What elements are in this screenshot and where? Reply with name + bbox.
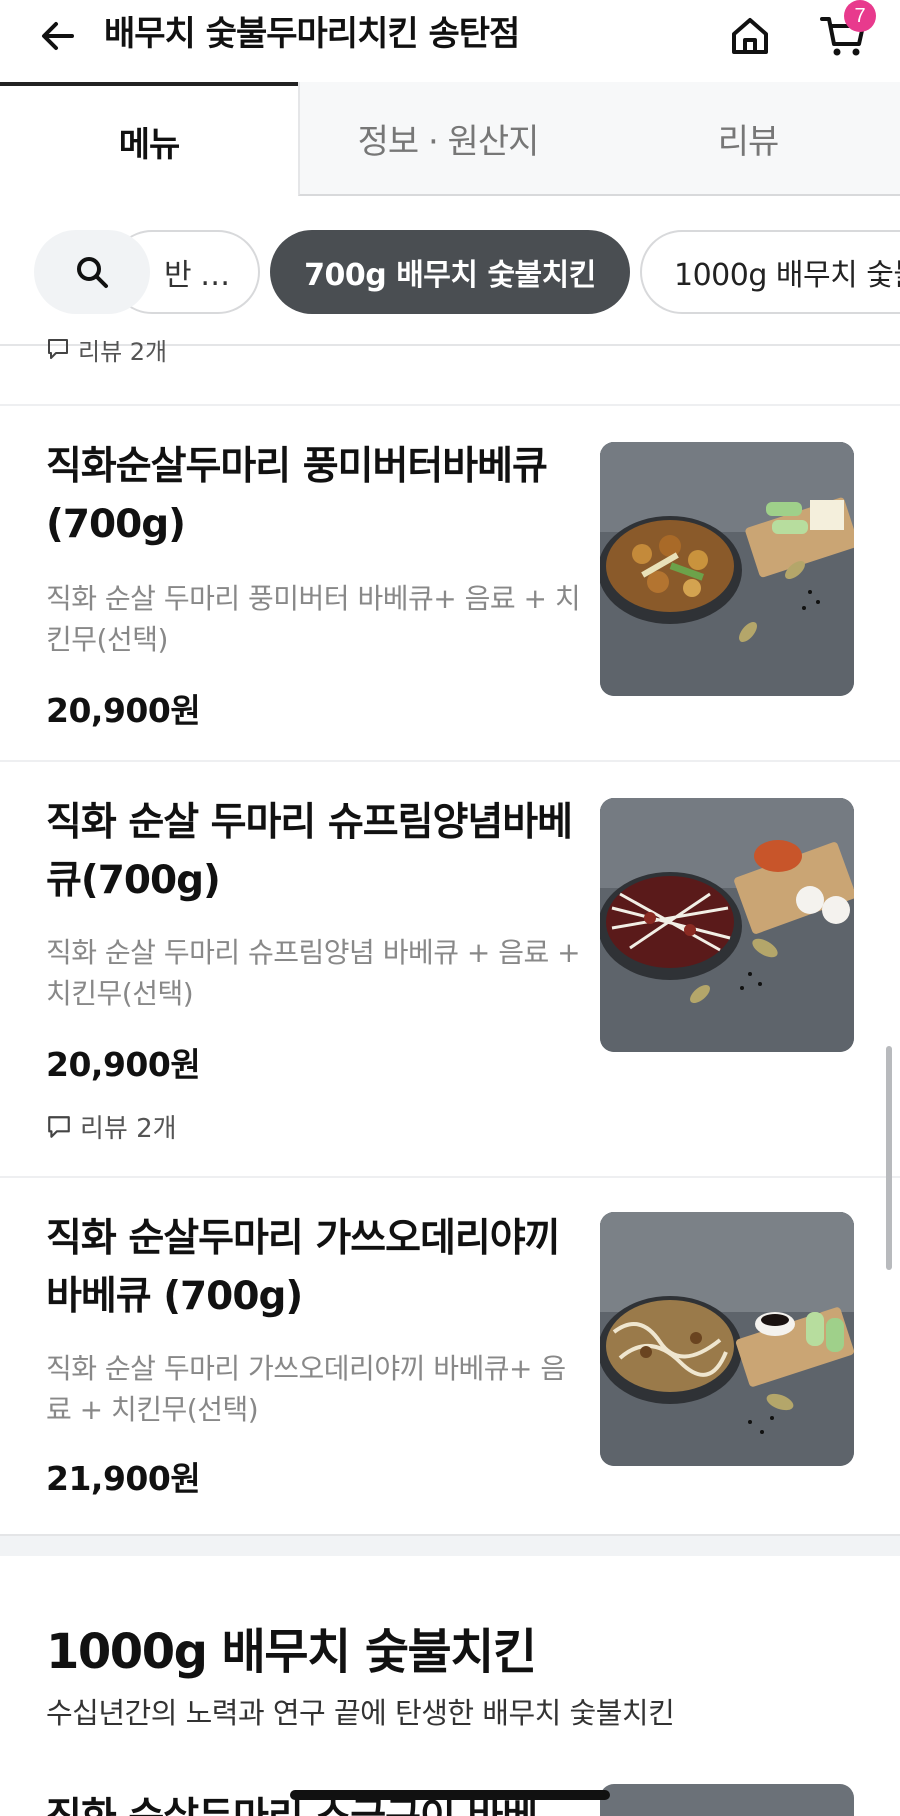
menu-item-name: 직화 순살 두마리 슈프림양념바베큐(700g)	[46, 800, 573, 903]
review-count: 리뷰 2개	[46, 334, 167, 364]
menu-item-name: 직화 순살두마리 가쓰오데리야끼 바베큐 (700g)	[46, 1216, 560, 1319]
speech-bubble-icon	[48, 339, 68, 359]
tab-menu[interactable]: 메뉴	[0, 82, 298, 196]
food-photo-illustration	[600, 1212, 854, 1466]
scrollbar[interactable]	[886, 1046, 892, 1270]
speech-bubble-icon	[48, 1115, 70, 1138]
home-indicator	[290, 1790, 610, 1800]
back-button[interactable]	[30, 12, 86, 60]
store-title: 배무치 숯불두마리치킨 송탄점	[104, 14, 520, 54]
menu-item[interactable]: 직화 순살 두마리 슈프림양념바베큐(700g) 직화 순살 두마리 슈프림양념…	[0, 762, 900, 1176]
menu-item-photo[interactable]	[600, 442, 854, 696]
category-chip-bar: 반 … 700g 배무치 숯불치킨 1000g 배무치 숯불치킨	[0, 196, 900, 346]
menu-item[interactable]: 직화 순살두마리 가쓰오데리야끼 바베큐 (700g) 직화 순살 두마리 가쓰…	[0, 1178, 900, 1534]
home-icon	[732, 18, 768, 54]
review-count-label: 리뷰 2개	[78, 337, 168, 365]
menu-item-price: 20,900원	[46, 691, 201, 730]
menu-item-price: 21,900원	[46, 1459, 201, 1498]
menu-item-description: 직화 순살 두마리 슈프림양념 바베큐 + 음료 + 치킨무(선택)	[46, 936, 581, 1010]
menu-item-review-count: 리뷰 2개	[46, 1108, 177, 1145]
review-count-label: 리뷰 2개	[80, 1114, 177, 1144]
menu-item-price: 20,900원	[46, 1045, 201, 1084]
menu-item-description: 직화 순살 두마리 풍미버터 바베큐+ 음료 + 치킨무(선택)	[46, 582, 581, 656]
menu-section-description: 수십년간의 노력과 연구 끝에 탄생한 배무치 숯불치킨	[46, 1696, 675, 1730]
cart-count-badge: 7	[844, 0, 876, 32]
home-button[interactable]	[722, 10, 778, 62]
menu-search-button[interactable]	[34, 230, 150, 314]
menu-item-photo[interactable]	[600, 798, 854, 1052]
tab-review[interactable]: 리뷰	[596, 82, 900, 196]
food-photo-illustration	[600, 442, 854, 696]
category-chip-active[interactable]: 700g 배무치 숯불치킨	[270, 230, 630, 314]
arrow-left-icon	[42, 22, 74, 50]
menu-item[interactable]: 직화순살두마리 풍미버터바베큐(700g) 직화 순살 두마리 풍미버터 바베큐…	[0, 406, 900, 760]
store-tabs: 메뉴 정보 · 원산지 리뷰	[0, 82, 900, 196]
app-header: 배무치 숯불두마리치킨 송탄점 7	[0, 0, 900, 72]
tab-info-origin[interactable]: 정보 · 원산지	[298, 82, 596, 196]
category-chip-next[interactable]: 1000g 배무치 숯불치킨	[640, 230, 900, 314]
menu-item-photo[interactable]	[600, 1212, 854, 1466]
menu-item-photo-partial[interactable]	[600, 1784, 854, 1816]
menu-section-title: 1000g 배무치 숯불치킨	[46, 1624, 537, 1680]
menu-item-name: 직화순살두마리 풍미버터바베큐(700g)	[46, 444, 548, 547]
section-separator	[0, 1534, 900, 1556]
menu-item-description: 직화 순살 두마리 가쓰오데리야끼 바베큐+ 음료 + 치킨무(선택)	[46, 1352, 566, 1426]
food-photo-illustration	[600, 798, 854, 1052]
search-icon	[77, 257, 108, 288]
